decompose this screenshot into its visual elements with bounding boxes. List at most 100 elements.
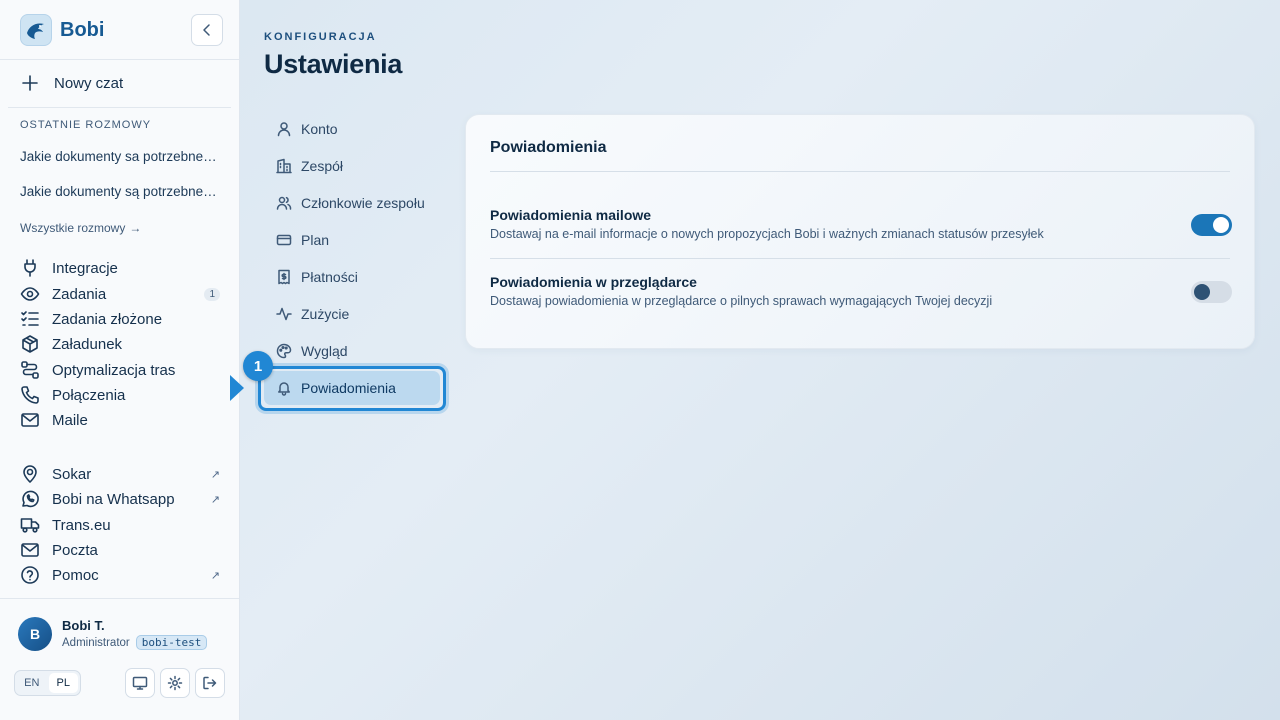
- monitor-icon: [132, 676, 148, 690]
- settings-tab-label: Członkowie zespołu: [301, 195, 425, 211]
- external-link-icon: ↗: [210, 468, 220, 481]
- logout-icon: [203, 676, 217, 690]
- brand[interactable]: Bobi: [20, 14, 104, 46]
- users-icon: [276, 196, 292, 210]
- chevron-left-icon: [203, 24, 210, 36]
- sidebar-link-sokar[interactable]: Sokar ↗: [20, 463, 220, 485]
- toggle-knob: [1213, 217, 1229, 233]
- credit-card-icon: [276, 234, 292, 246]
- plug-icon: [24, 259, 36, 277]
- recent-chat-item[interactable]: Jakie dokumenty sa potrzebne do przewozu…: [20, 149, 220, 164]
- bobi-logo-icon: [20, 14, 52, 46]
- user-role: Administrator: [62, 636, 130, 649]
- divider: [8, 107, 231, 108]
- settings-tab-plan[interactable]: Plan: [264, 223, 440, 257]
- sidebar-item-label: Trans.eu: [52, 516, 111, 534]
- sidebar-item-label: Zadania: [52, 285, 107, 303]
- sidebar-item-label: Sokar: [52, 465, 92, 483]
- sidebar-item-zadania[interactable]: Zadania 1: [20, 283, 220, 305]
- gear-icon: [167, 675, 183, 691]
- settings-tab-label: Zużycie: [301, 306, 350, 322]
- whatsapp-icon: [22, 490, 39, 508]
- user-name: Bobi T.: [62, 618, 105, 633]
- page-title: Ustawienia: [264, 49, 403, 79]
- card-title: Powiadomienia: [490, 139, 607, 156]
- recent-chat-item[interactable]: Jakie dokumenty są potrzebne do przewozu…: [20, 184, 220, 199]
- notification-title: Powiadomienia mailowe: [490, 207, 652, 223]
- sidebar-item-label: Załadunek: [52, 335, 123, 353]
- language-pl-button[interactable]: PL: [48, 673, 78, 693]
- language-en-button[interactable]: EN: [17, 673, 47, 693]
- collapse-sidebar-button[interactable]: [191, 14, 223, 46]
- brand-name: Bobi: [60, 18, 105, 41]
- sidebar-item-maile[interactable]: Maile: [20, 409, 220, 431]
- notifications-card: Powiadomienia Powiadomienia mailowe Dost…: [465, 114, 1255, 349]
- sidebar-link-pomoc[interactable]: Pomoc ↗: [20, 564, 220, 586]
- sidebar-item-zaladunek[interactable]: Załadunek: [20, 333, 220, 355]
- toggle-knob: [1194, 284, 1210, 300]
- settings-tab-konto[interactable]: Konto: [264, 112, 440, 146]
- browser-notifications-toggle[interactable]: [1191, 281, 1232, 303]
- settings-tab-zuzycie[interactable]: Zużycie: [264, 297, 440, 331]
- settings-tab-label: Konto: [301, 121, 338, 137]
- sidebar-item-label: Maile: [52, 411, 88, 429]
- notification-title: Powiadomienia w przeglądarce: [490, 274, 697, 290]
- sidebar-item-zadania-zlozone[interactable]: Zadania złożone: [20, 308, 220, 330]
- avatar: B: [18, 617, 52, 651]
- mail-icon: [21, 413, 39, 427]
- settings-tab-platnosci[interactable]: Płatności: [264, 260, 440, 294]
- map-pin-icon: [23, 465, 37, 483]
- user-icon: [277, 122, 291, 137]
- new-chat-button[interactable]: Nowy czat: [20, 72, 123, 94]
- route-icon: [21, 361, 39, 379]
- logout-button[interactable]: [195, 668, 225, 698]
- sidebar-item-polaczenia[interactable]: Połączenia: [20, 384, 220, 406]
- settings-button[interactable]: [160, 668, 190, 698]
- divider: [0, 59, 239, 60]
- arrow-right-icon: →: [129, 221, 142, 235]
- sidebar-item-label: Integracje: [52, 259, 118, 277]
- notification-description: Dostawaj na e-mail informacje o nowych p…: [490, 227, 1044, 241]
- external-link-icon: ↗: [210, 569, 220, 582]
- count-badge: 1: [204, 287, 220, 301]
- sidebar-link-trans-eu[interactable]: Trans.eu: [20, 514, 220, 536]
- new-chat-label: Nowy czat: [54, 74, 124, 92]
- mail-icon: [21, 543, 39, 557]
- divider: [490, 258, 1230, 259]
- sidebar-link-whatsapp[interactable]: Bobi na Whatsapp ↗: [20, 488, 220, 510]
- user-profile[interactable]: B Bobi T. Administrator bobi-test: [18, 617, 208, 651]
- settings-tab-zespol[interactable]: Zespół: [264, 149, 440, 183]
- settings-tab-label: Zespół: [301, 158, 344, 174]
- page-eyebrow: KONFIGURACJA: [264, 31, 377, 43]
- sidebar-item-label: Połączenia: [52, 386, 126, 404]
- checklist-icon: [21, 311, 39, 326]
- sidebar-item-optymalizacja-tras[interactable]: Optymalizacja tras: [20, 359, 220, 381]
- highlight-frame: [258, 366, 446, 411]
- sidebar-item-label: Bobi na Whatsapp: [52, 490, 175, 508]
- settings-tab-wyglad[interactable]: Wygląd: [264, 334, 440, 368]
- sidebar-link-poczta[interactable]: Poczta: [20, 539, 220, 561]
- org-tag: bobi-test: [135, 635, 208, 650]
- palette-icon: [276, 343, 292, 359]
- eye-icon: [20, 287, 40, 301]
- all-chats-link[interactable]: Wszystkie rozmowy →: [20, 221, 141, 235]
- email-notifications-toggle[interactable]: [1191, 214, 1232, 236]
- recent-chats-label: OSTATNIE ROZMOWY: [20, 119, 152, 131]
- help-icon: [21, 566, 39, 584]
- plus-icon: [22, 75, 38, 91]
- all-chats-label: Wszystkie rozmowy: [20, 221, 126, 235]
- settings-tab-label: Wygląd: [301, 343, 348, 359]
- sidebar-item-label: Zadania złożone: [52, 310, 163, 328]
- language-switcher: EN PL: [14, 670, 81, 696]
- sidebar-item-label: Optymalizacja tras: [52, 361, 176, 379]
- pointer-arrow-icon: [230, 375, 244, 401]
- settings-tab-label: Plan: [301, 232, 330, 248]
- external-link-icon: ↗: [210, 493, 220, 506]
- activity-icon: [276, 307, 292, 321]
- receipt-icon: [278, 269, 290, 285]
- settings-tab-czlonkowie-zespolu[interactable]: Członkowie zespołu: [264, 186, 440, 220]
- divider: [0, 598, 239, 599]
- display-mode-button[interactable]: [125, 668, 155, 698]
- sidebar-item-integracje[interactable]: Integracje: [20, 257, 220, 279]
- divider: [490, 171, 1230, 172]
